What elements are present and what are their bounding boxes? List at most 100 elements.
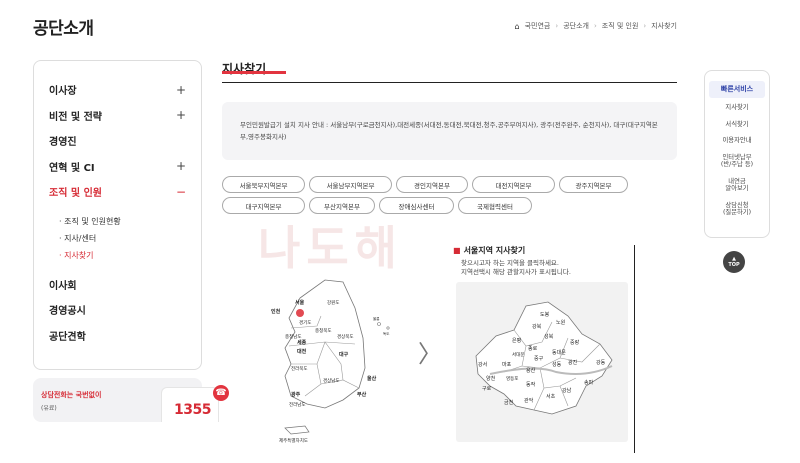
map-label[interactable]: 울릉	[373, 316, 380, 321]
region-button[interactable]: 대전지역본부	[472, 176, 555, 193]
region-button[interactable]: 서울남부지역본부	[309, 176, 392, 193]
home-icon[interactable]: ⌂	[515, 22, 520, 31]
seoul-district-label[interactable]: 강북	[532, 323, 542, 330]
breadcrumb-item: 지사찾기	[651, 22, 677, 30]
quick-item-find-branch[interactable]: 지사찾기	[705, 104, 769, 112]
region-button[interactable]: 서울북부지역본부	[222, 176, 305, 193]
seoul-district-label[interactable]: 영등포	[506, 375, 518, 382]
chevron-right-icon: 〉	[418, 340, 442, 368]
seoul-district-label[interactable]: 용산	[526, 367, 536, 374]
seoul-desc-line: 찾으시고자 하는 지역을 클릭하세요.	[461, 259, 559, 267]
call-center-banner[interactable]: 상담전화는 국번없이 (유료) 1355 ☎	[33, 378, 229, 422]
sidebar-item-label: 연혁 및 CI	[49, 162, 95, 174]
quick-item-consult[interactable]: 상담신청 (질문하기)	[705, 202, 769, 217]
seoul-desc-line: 지역선택시 해당 관할지사가 표시됩니다.	[461, 268, 571, 276]
quick-item-online-payment[interactable]: 인터넷납부 (반/주납 등)	[705, 154, 769, 169]
quick-item-my-pension[interactable]: 내연금 알아보기	[705, 178, 769, 193]
title-accent-bar	[222, 71, 286, 74]
seoul-district-label[interactable]: 종로	[528, 346, 538, 352]
seoul-district-label[interactable]: 동작	[526, 381, 536, 388]
sidebar-submenu: · 조직 및 인원현황 · 지사/센터 · 지사찾기	[49, 205, 186, 272]
map-label[interactable]: 울산	[367, 375, 377, 382]
breadcrumb-item[interactable]: 조직 및 인원	[602, 21, 639, 31]
sidebar-item-label: 비전 및 전략	[49, 111, 102, 123]
seoul-district-label[interactable]: 서대문	[512, 351, 524, 358]
map-label[interactable]: 강원도	[327, 299, 339, 306]
map-label[interactable]: 전라북도	[291, 365, 308, 372]
seoul-district-label[interactable]: 도봉	[540, 312, 550, 318]
korea-map[interactable]: 서울 인천 강원도 경기도 충청북도 세종 대전 충청남도 대구 경상북도 전라…	[255, 268, 395, 448]
minus-icon[interactable]: −	[176, 185, 186, 199]
sidebar-item-vision[interactable]: 비전 및 전략 +	[49, 103, 186, 129]
sidebar-item-disclosure[interactable]: 경영공시	[49, 297, 186, 323]
sidebar-item-tour[interactable]: 공단견학	[49, 323, 186, 349]
plus-icon[interactable]: +	[176, 83, 186, 97]
map-label[interactable]: 부산	[357, 391, 367, 398]
seoul-district-label[interactable]: 노원	[556, 319, 566, 326]
seoul-district-label[interactable]: 구로	[482, 386, 492, 392]
plus-icon[interactable]: +	[176, 159, 186, 173]
sidebar-item-history[interactable]: 연혁 및 CI +	[49, 154, 186, 180]
seoul-district-label[interactable]: 강동	[596, 359, 606, 366]
seoul-district-label[interactable]: 송파	[584, 379, 594, 386]
top-label: TOP	[728, 262, 740, 268]
submenu-item-branch-center[interactable]: · 지사/센터	[59, 230, 186, 247]
sidebar-item-organization[interactable]: 조직 및 인원 −	[49, 179, 186, 205]
submenu-item-status[interactable]: · 조직 및 인원현황	[59, 213, 186, 230]
quick-item-find-forms[interactable]: 서식찾기	[705, 121, 769, 129]
phone-icon: ☎	[213, 385, 229, 401]
map-label[interactable]: 세종	[297, 339, 307, 346]
map-label[interactable]: 제주특별자치도	[279, 437, 308, 444]
seoul-district-label[interactable]: 성북	[544, 333, 554, 340]
quick-item-user-guide[interactable]: 이용자안내	[705, 137, 769, 145]
seoul-district-label[interactable]: 중랑	[570, 339, 580, 346]
seoul-district-label[interactable]: 강서	[478, 361, 487, 368]
map-label[interactable]: 독도	[383, 332, 390, 336]
map-label[interactable]: 충청남도	[285, 333, 302, 340]
seoul-district-label[interactable]: 서초	[546, 393, 556, 400]
map-label[interactable]: 경상북도	[337, 333, 354, 340]
map-label[interactable]: 충청북도	[315, 327, 332, 334]
map-label[interactable]: 전라남도	[289, 401, 306, 408]
kiosk-info-box: 무인민원발급기 설치 지사 안내 : 서울남부(구로금천지사),대전세종(서대전…	[222, 102, 677, 160]
breadcrumb-item[interactable]: 국민연금	[525, 21, 551, 31]
map-label[interactable]: 경기도	[299, 319, 311, 326]
map-label[interactable]: 인천	[271, 308, 281, 315]
map-label[interactable]: 대구	[339, 351, 349, 358]
map-label[interactable]: 경상남도	[323, 377, 340, 384]
seoul-district-label[interactable]: 중구	[534, 356, 544, 362]
sidebar-item-label: 이사장	[49, 86, 77, 98]
map-label[interactable]: 서울	[295, 299, 305, 306]
seoul-district-label[interactable]: 은평	[512, 337, 521, 344]
seoul-district-label[interactable]: 양천	[486, 375, 496, 382]
seoul-district-label[interactable]: 성동	[552, 361, 562, 368]
sidebar-item-label: 이사회	[49, 280, 77, 292]
breadcrumb-item[interactable]: 공단소개	[563, 21, 589, 31]
seoul-district-label[interactable]: 관악	[524, 397, 534, 404]
quick-service-panel: 빠른서비스 지사찾기 서식찾기 이용자안내 인터넷납부 (반/주납 등) 내연금…	[704, 70, 770, 238]
region-button[interactable]: 광주지역본부	[559, 176, 628, 193]
call-label: 상담전화는 국번없이	[41, 391, 102, 399]
section-title: 지사찾기	[222, 62, 267, 76]
sidebar-item-executives[interactable]: 경영진	[49, 128, 186, 154]
seoul-map[interactable]: 도봉 강북 노원 은평 성북 중랑 종로 동대문 서대문 중구 광진 강서 마포…	[456, 282, 628, 442]
seoul-district-label[interactable]: 강남	[562, 387, 572, 394]
sidebar-item-label: 공단견학	[49, 331, 86, 343]
quick-service-title: 빠른서비스	[709, 81, 765, 98]
map-label[interactable]: 대전	[297, 348, 307, 355]
map-label[interactable]: 광주	[291, 391, 301, 398]
plus-icon[interactable]: +	[176, 108, 186, 122]
sidebar: 이사장 + 비전 및 전략 + 경영진 연혁 및 CI + 조직 및 인원 − · 조직…	[33, 60, 202, 370]
region-button[interactable]: 국제협력센터	[458, 197, 532, 214]
sidebar-item-chairman[interactable]: 이사장 +	[49, 77, 186, 103]
seoul-district-label[interactable]: 금천	[504, 399, 514, 406]
seoul-district-label[interactable]: 동대문	[552, 349, 566, 356]
seoul-description: 찾으시고자 하는 지역을 클릭하세요. 지역선택시 해당 관할지사가 표시됩니다…	[461, 259, 571, 277]
scroll-top-button[interactable]: ▲ TOP	[723, 251, 745, 273]
sidebar-item-board[interactable]: 이사회	[49, 272, 186, 298]
seoul-district-label[interactable]: 마포	[502, 361, 512, 368]
chevron-right-icon: ›	[593, 22, 597, 30]
seoul-district-label[interactable]: 광진	[568, 359, 578, 366]
region-button[interactable]: 경인지역본부	[396, 176, 468, 193]
submenu-item-find-branch[interactable]: · 지사찾기	[59, 247, 186, 264]
